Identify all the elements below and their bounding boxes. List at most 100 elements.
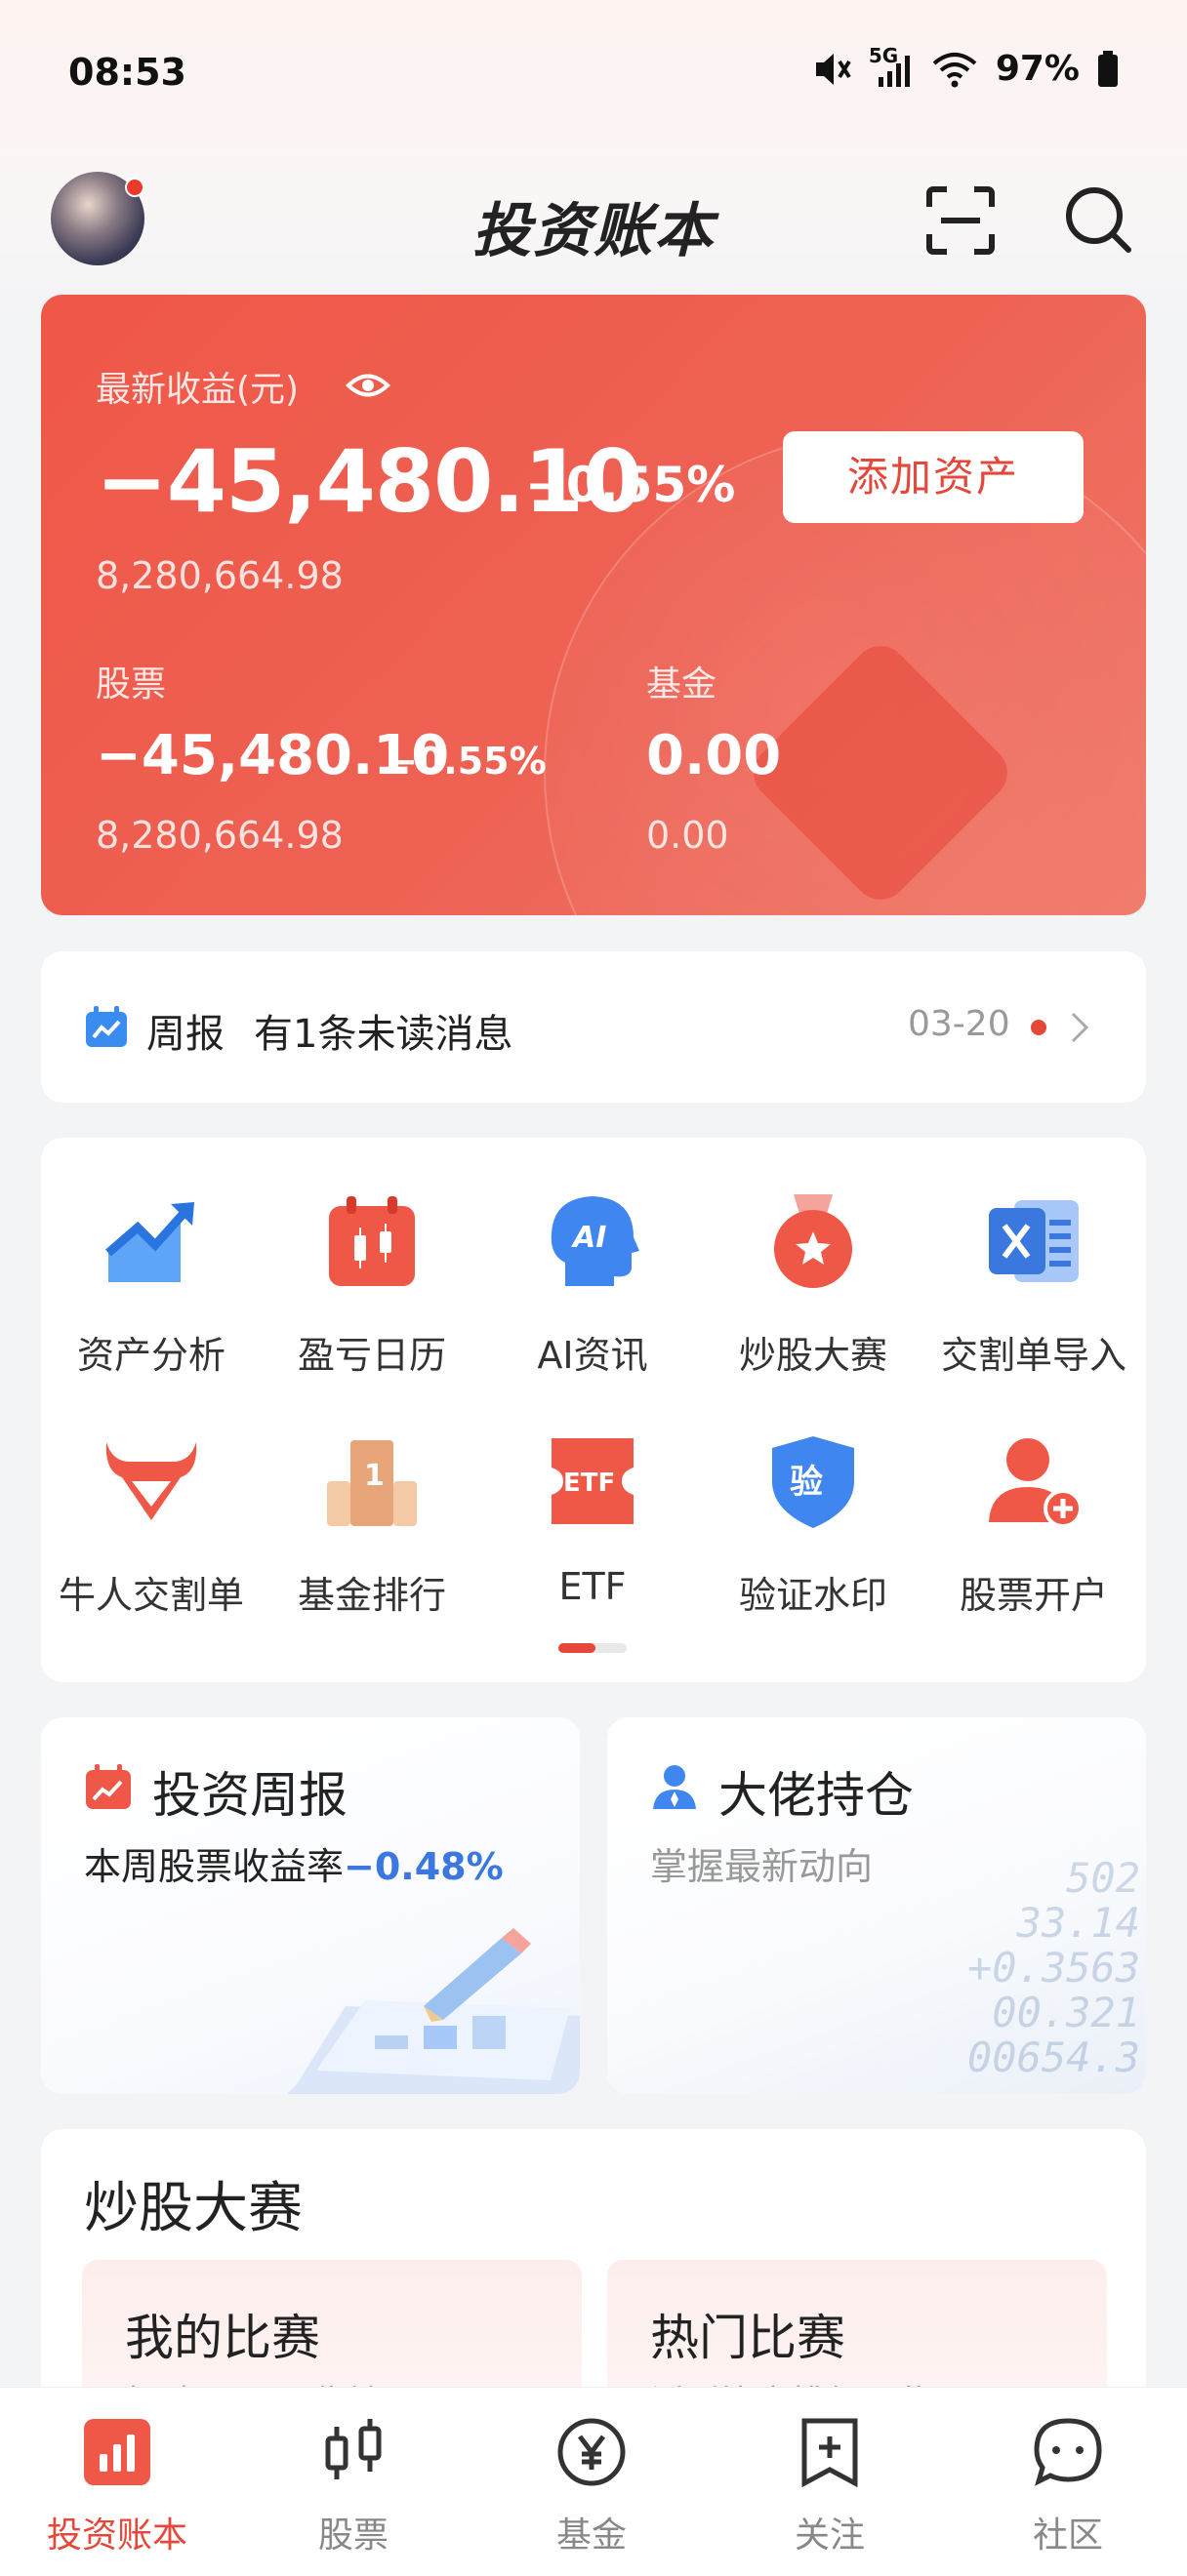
grid-label: 交割单导入 (940, 1334, 1126, 1377)
chevron-right-icon (1071, 1012, 1089, 1043)
nav-tab-funds[interactable]: 基金 (494, 2417, 689, 2563)
podium-icon: 1 (327, 1440, 417, 1526)
hot-contest-title: 热门比赛 (650, 2310, 845, 2366)
nav-label: 股票 (317, 2516, 389, 2556)
user-icon (653, 1765, 696, 1809)
weekly-return-label: 本周股票收益率 (84, 1845, 345, 1888)
grid-item-etf[interactable]: ETF ETF (482, 1378, 703, 1608)
top-holdings-subtitle: 掌握最新动向 (650, 1845, 874, 1888)
top-holdings-title: 大佬持仓 (718, 1767, 914, 1824)
verify-shield-icon: 验 (772, 1436, 854, 1528)
svg-text:1: 1 (364, 1459, 385, 1493)
decorative-numbers: 502 33.14 +0.3563 00.321 00654.3 (967, 1856, 1140, 2080)
grid-item-fund-ranking[interactable]: 1 基金排行 (262, 1378, 482, 1617)
unread-dot (1031, 1020, 1046, 1035)
ledger-icon (84, 2419, 150, 2485)
report-illustration (287, 1928, 580, 2094)
weekly-report-notice[interactable]: 周报 有1条未读消息 03-20 (41, 951, 1146, 1103)
bookmark-plus-icon (801, 2418, 858, 2487)
grid-label: 股票开户 (959, 1574, 1108, 1617)
battery-percent: 97% (995, 49, 1080, 89)
grid-item-open-account[interactable]: 股票开户 (923, 1378, 1144, 1617)
grid-label: 牛人交割单 (58, 1574, 244, 1617)
eye-icon[interactable] (346, 363, 390, 408)
weekly-report-subtitle: 本周股票收益率−0.48% (84, 1836, 504, 1890)
yen-icon (557, 2418, 626, 2486)
nav-tab-ledger[interactable]: 投资账本 (20, 2417, 215, 2563)
search-icon[interactable] (1062, 183, 1134, 256)
candlestick-icon (325, 2419, 382, 2479)
nav-label: 基金 (555, 2516, 627, 2556)
status-bar: 08:53 5G 97% (0, 0, 1187, 146)
total-assets-value: 8,280,664.98 (96, 554, 344, 597)
status-icons: 5G 97% (812, 44, 1119, 89)
add-user-icon (989, 1438, 1083, 1528)
contest-title: 炒股大赛 (84, 2177, 303, 2240)
svg-text:AI: AI (571, 1221, 606, 1255)
app-header: 投资账本 (0, 166, 1187, 273)
calendar-candle-icon (329, 1196, 415, 1286)
nav-tab-watchlist[interactable]: 关注 (732, 2417, 927, 2563)
earnings-summary-card[interactable]: 最新收益(元) −45,480.10 −0.55% 添加资产 8,280,664… (41, 295, 1146, 915)
nav-label: 投资账本 (46, 2516, 187, 2556)
bull-icon (105, 1442, 197, 1520)
report-title: 周报 (146, 1012, 225, 1057)
svg-text:ETF: ETF (563, 1469, 615, 1498)
bottom-navigation: 投资账本 股票 基金 关注 社区 (0, 2387, 1187, 2576)
etf-ticket-icon: ETF (552, 1438, 634, 1524)
chart-up-icon (105, 1202, 194, 1282)
grid-item-pnl-calendar[interactable]: 盈亏日历 (262, 1138, 482, 1377)
deco-number: 502 (1066, 1854, 1140, 1902)
grid-label: 基金排行 (297, 1574, 446, 1617)
grid-label: 验证水印 (738, 1574, 887, 1617)
grid-item-asset-analysis[interactable]: 资产分析 (41, 1138, 262, 1377)
latest-earnings-label: 最新收益(元) (96, 370, 300, 410)
svg-text:验: 验 (790, 1463, 823, 1502)
nav-label: 社区 (1032, 2516, 1103, 2556)
deco-number: +0.3563 (966, 1944, 1140, 1992)
stock-earnings-percent: −0.55% (387, 740, 547, 783)
report-message: 有1条未读消息 (254, 1012, 513, 1057)
my-contest-title: 我的比赛 (125, 2310, 320, 2366)
battery-icon (1098, 50, 1118, 87)
deco-number: 33.14 (1016, 1899, 1140, 1947)
top-holdings-card[interactable]: 大佬持仓 掌握最新动向 502 33.14 +0.3563 00.321 006… (607, 1717, 1146, 2094)
grid-label: AI资讯 (537, 1334, 648, 1377)
report-date: 03-20 (908, 1004, 1010, 1044)
grid-item-expert-statements[interactable]: 牛人交割单 (41, 1378, 262, 1617)
nav-tab-community[interactable]: 社区 (970, 2417, 1166, 2563)
grid-item-stock-contest[interactable]: 炒股大赛 (703, 1138, 923, 1377)
weekly-return-value: −0.48% (344, 1845, 504, 1888)
fund-label: 基金 (646, 664, 717, 704)
grid-item-verify-watermark[interactable]: 验 验证水印 (703, 1378, 923, 1617)
stock-total-value: 8,280,664.98 (96, 814, 344, 857)
feature-grid: 资产分析 盈亏日历 AI AI资讯 炒股大赛 交割单导入 牛人交割单 1 基金排… (41, 1138, 1146, 1682)
deco-number: 00.321 (992, 1989, 1140, 2036)
status-time: 08:53 (68, 51, 186, 94)
fund-total-value: 0.00 (646, 814, 729, 857)
scan-icon[interactable] (925, 185, 996, 256)
fund-earnings-value: 0.00 (646, 724, 782, 787)
nav-tab-stocks[interactable]: 股票 (256, 2417, 451, 2563)
wifi-icon (932, 52, 977, 87)
pager-active-indicator (558, 1643, 595, 1653)
grid-label: ETF (558, 1565, 627, 1608)
mute-icon (815, 53, 851, 85)
stock-label: 股票 (96, 664, 167, 704)
ai-head-icon: AI (551, 1196, 639, 1286)
medal-icon (774, 1194, 852, 1288)
grid-label: 资产分析 (76, 1334, 225, 1377)
add-asset-button[interactable]: 添加资产 (783, 431, 1084, 523)
weekly-report-icon (86, 1764, 131, 1809)
chat-icon (1034, 2418, 1102, 2486)
deco-number: 00654.3 (966, 2033, 1140, 2081)
grid-label: 盈亏日历 (297, 1334, 446, 1377)
report-calendar-icon (86, 1006, 127, 1047)
network-type: 5G (868, 43, 899, 67)
grid-item-ai-news[interactable]: AI AI资讯 (482, 1138, 703, 1377)
page-title: 投资账本 (472, 197, 715, 265)
grid-pager (558, 1643, 627, 1653)
weekly-report-title: 投资周报 (152, 1767, 348, 1824)
grid-item-statement-import[interactable]: 交割单导入 (923, 1138, 1144, 1377)
weekly-report-card[interactable]: 投资周报 本周股票收益率−0.48% (41, 1717, 580, 2094)
